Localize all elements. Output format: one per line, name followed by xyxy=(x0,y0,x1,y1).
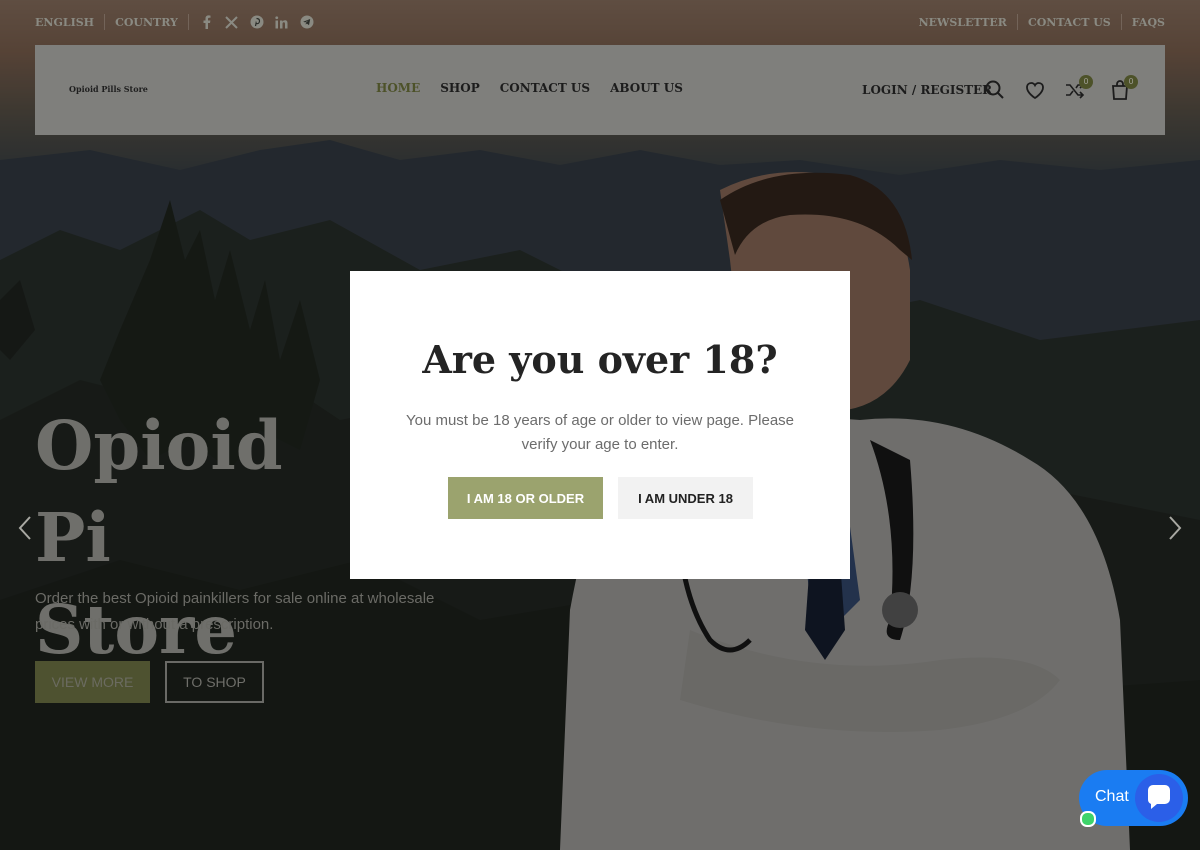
age-confirm-button[interactable]: I AM 18 OR OLDER xyxy=(448,477,603,519)
chat-label: Chat xyxy=(1095,788,1129,805)
country-selector[interactable]: COUNTRY xyxy=(115,16,178,29)
nav-contact-us[interactable]: CONTACT US xyxy=(500,81,590,95)
modal-text: You must be 18 years of age or older to … xyxy=(405,412,795,453)
search-icon[interactable] xyxy=(984,79,1006,101)
faqs-link[interactable]: FAQS xyxy=(1122,16,1165,29)
language-selector[interactable]: ENGLISH xyxy=(35,16,94,29)
divider xyxy=(104,14,106,30)
telegram-icon[interactable] xyxy=(299,14,315,30)
to-shop-button[interactable]: TO SHOP xyxy=(165,661,264,703)
linkedin-icon[interactable] xyxy=(274,14,290,30)
modal-title: Are you over 18? xyxy=(422,337,778,382)
online-status-dot xyxy=(1080,811,1096,827)
login-register-link[interactable]: LOGIN / REGISTER xyxy=(862,83,992,97)
nav-about-us[interactable]: ABOUT US xyxy=(610,81,683,95)
contact-us-link[interactable]: CONTACT US xyxy=(1018,16,1121,29)
slider-next-arrow-icon[interactable] xyxy=(1167,515,1183,541)
x-icon[interactable] xyxy=(224,14,240,30)
compare-count-badge: 0 xyxy=(1079,75,1093,89)
age-verification-modal: Are you over 18? You must be 18 years of… xyxy=(350,271,850,579)
wishlist-heart-icon[interactable] xyxy=(1024,79,1046,101)
divider xyxy=(187,14,189,30)
top-bar: ENGLISH COUNTRY NEWSLETTER CONTACT US FA… xyxy=(35,0,1165,44)
newsletter-link[interactable]: NEWSLETTER xyxy=(909,16,1017,29)
age-deny-button[interactable]: I AM UNDER 18 xyxy=(618,477,753,519)
facebook-icon[interactable] xyxy=(199,14,215,30)
view-more-button[interactable]: VIEW MORE xyxy=(35,661,150,703)
hero-description: Order the best Opioid painkillers for sa… xyxy=(35,590,435,633)
main-nav: HOME SHOP CONTACT US ABOUT US xyxy=(376,81,703,95)
main-header: Opioid Pills Store HOME SHOP CONTACT US … xyxy=(35,45,1165,135)
nav-shop[interactable]: SHOP xyxy=(440,81,479,95)
slider-prev-arrow-icon[interactable] xyxy=(17,515,33,541)
site-logo[interactable]: Opioid Pills Store xyxy=(69,84,148,94)
hero-title-line-1: Opioid Pi xyxy=(35,406,283,577)
pinterest-icon[interactable] xyxy=(249,14,265,30)
chat-bubble-icon xyxy=(1135,774,1183,822)
cart-count-badge: 0 xyxy=(1124,75,1138,89)
nav-home[interactable]: HOME xyxy=(376,81,420,95)
